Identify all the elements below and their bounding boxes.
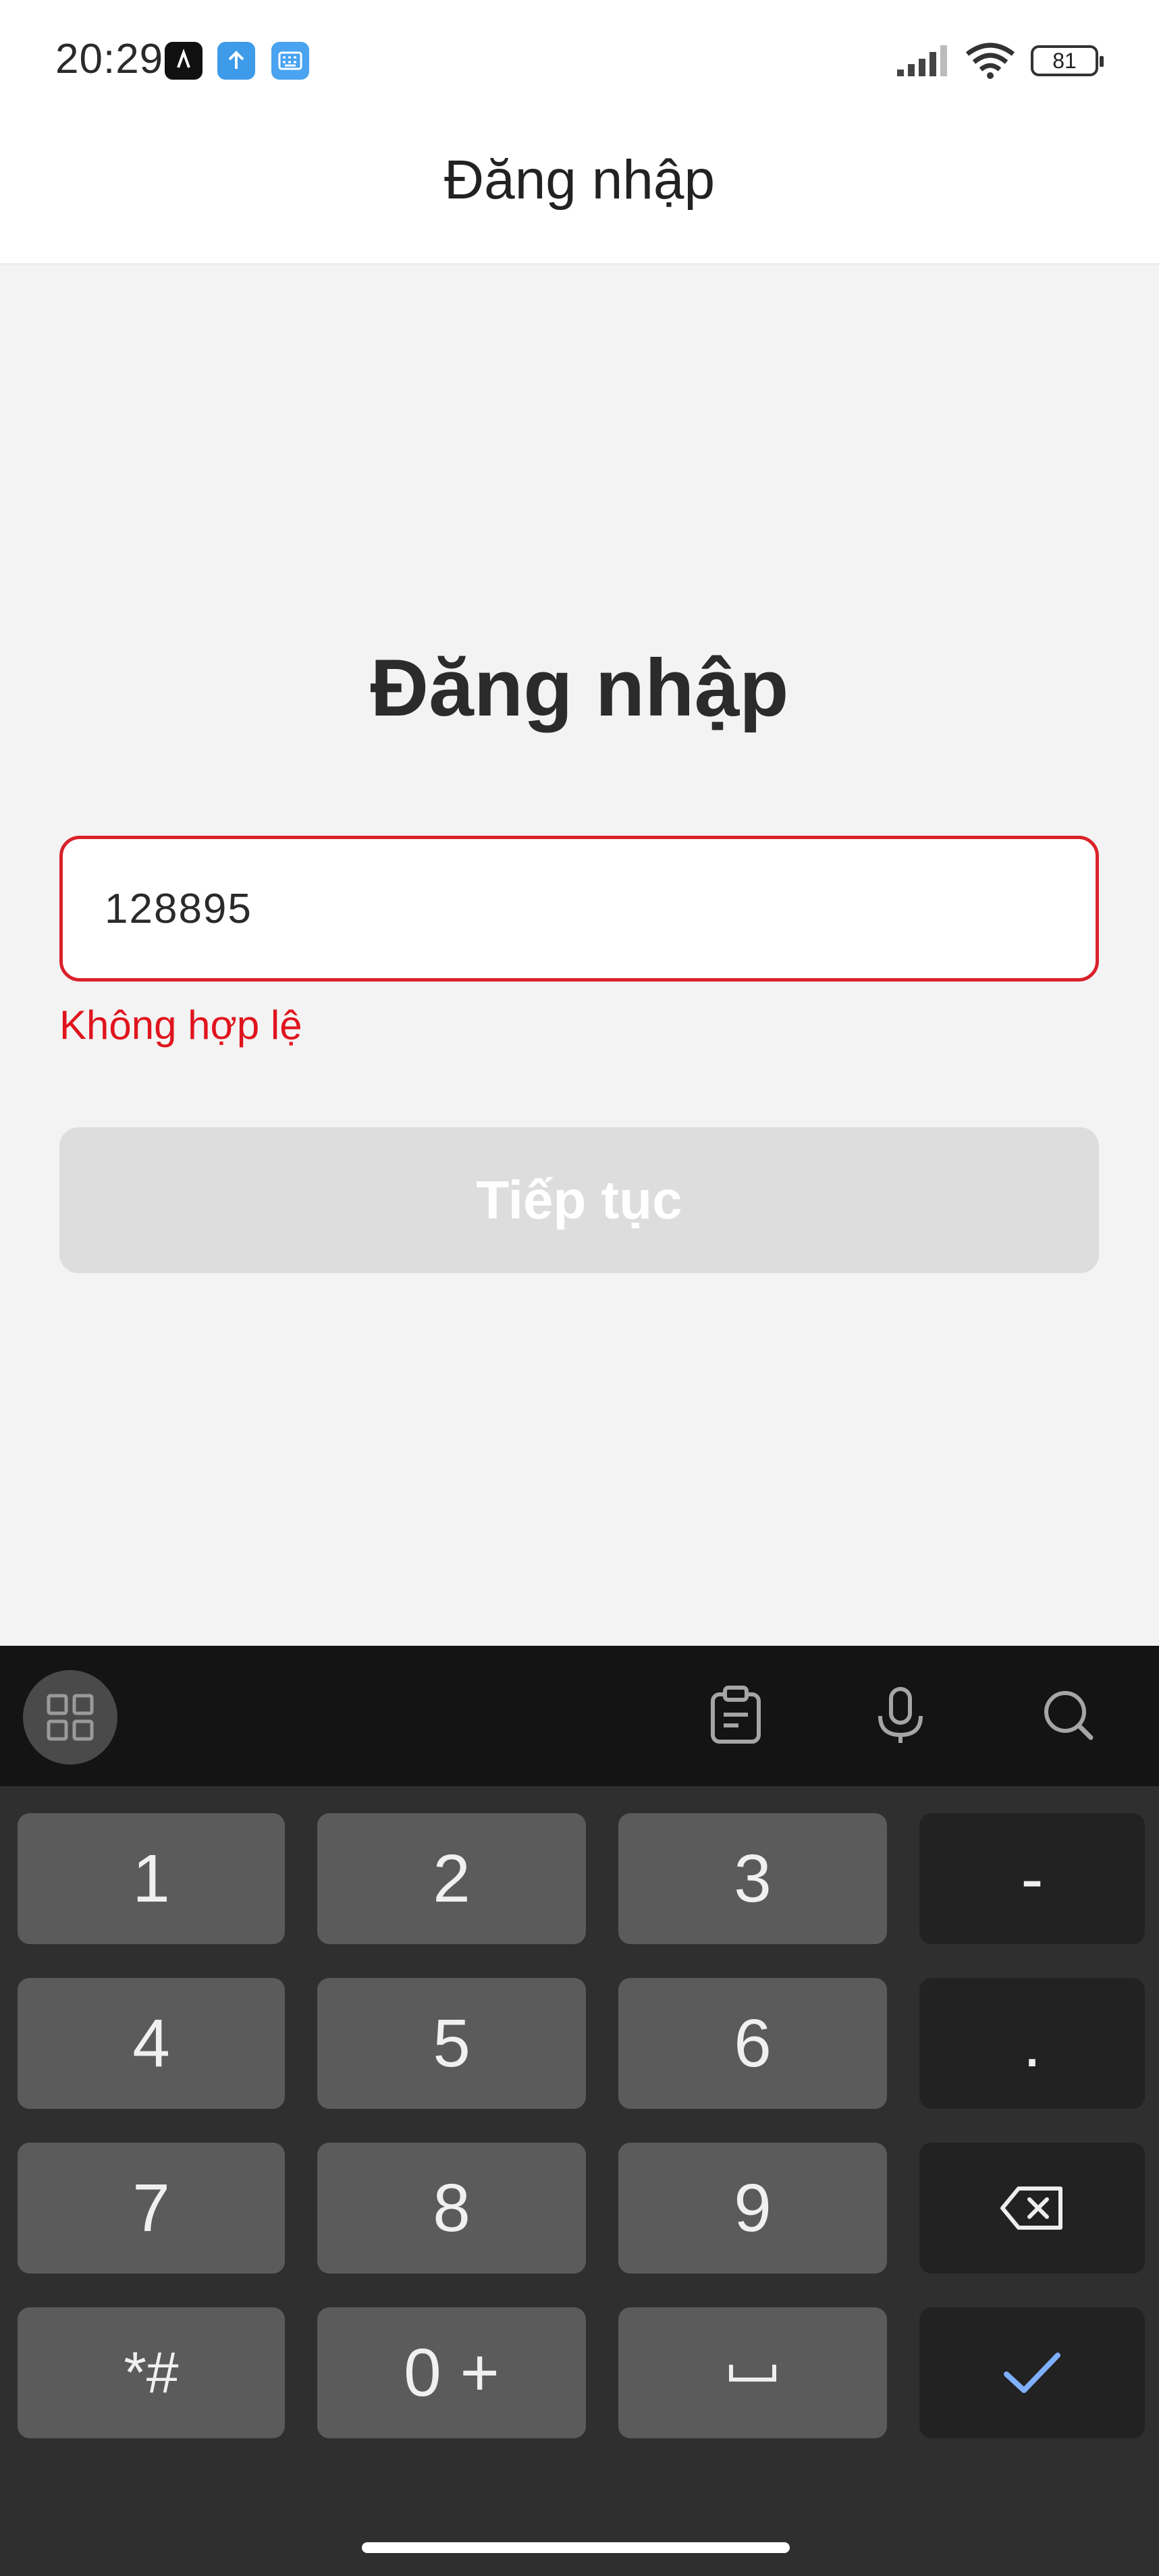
wifi-icon (965, 43, 1015, 79)
battery-icon: 81 (1031, 45, 1104, 76)
key-dash[interactable]: - (919, 1813, 1145, 1944)
status-bar: 20:29 81 (0, 0, 1159, 122)
upload-icon (217, 42, 255, 80)
grid-icon[interactable] (23, 1670, 117, 1765)
key-8[interactable]: 8 (317, 2143, 586, 2274)
key-9[interactable]: 9 (618, 2143, 887, 2274)
signal-icon (897, 45, 947, 76)
key-7[interactable]: 7 (18, 2143, 285, 2274)
key-dot[interactable]: . (919, 1978, 1145, 2109)
microphone-icon[interactable] (867, 1678, 934, 1752)
check-icon (1004, 2353, 1060, 2393)
status-time: 20:29 (55, 36, 164, 82)
header-title: Đăng nhập (443, 149, 716, 211)
app-header: Đăng nhập (0, 122, 1159, 263)
key-6[interactable]: 6 (618, 1978, 887, 2109)
battery-level: 81 (1052, 48, 1077, 73)
page-title: Đăng nhập (370, 643, 789, 733)
continue-button[interactable]: Tiếp tục (59, 1127, 1099, 1273)
continue-button-label: Tiếp tục (476, 1170, 682, 1230)
clipboard-icon[interactable] (702, 1678, 770, 1752)
key-4[interactable]: 4 (18, 1978, 285, 2109)
key-5[interactable]: 5 (317, 1978, 586, 2109)
key-1[interactable]: 1 (18, 1813, 285, 1944)
error-message: Không hợp lệ (59, 1002, 302, 1048)
key-symbols[interactable]: *# (18, 2307, 285, 2438)
search-icon[interactable] (1034, 1678, 1102, 1752)
status-indicators: 81 (896, 42, 1104, 80)
key-3[interactable]: 3 (618, 1813, 887, 1944)
key-2[interactable]: 2 (317, 1813, 586, 1944)
code-input-value: 128895 (105, 885, 252, 932)
keyboard-app-icon (271, 42, 309, 80)
backspace-icon (1000, 2186, 1062, 2230)
numeric-keyboard: 1 2 3 - 4 5 6 . 7 8 9 *# 0 + (0, 1786, 1159, 2576)
backspace-key[interactable] (919, 2143, 1145, 2274)
home-indicator[interactable] (362, 2542, 790, 2553)
header-divider (0, 263, 1159, 265)
confirm-key[interactable] (919, 2307, 1145, 2438)
code-input[interactable]: 128895 (59, 836, 1099, 982)
key-zero-plus[interactable]: 0 + (317, 2307, 586, 2438)
app-icon-dark (165, 42, 203, 80)
keyboard-toolbar (0, 1646, 1159, 1786)
space-key[interactable] (618, 2307, 887, 2438)
space-icon (729, 2365, 776, 2382)
